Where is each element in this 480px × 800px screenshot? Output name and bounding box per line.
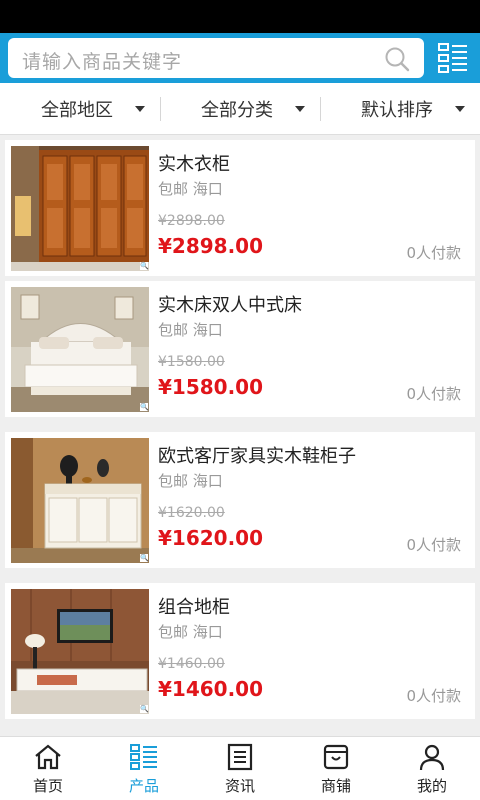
product-sold-count: 0人付款 bbox=[406, 244, 461, 262]
product-image-bed: 🔍 bbox=[11, 287, 149, 412]
product-original-price: ¥2898.00 bbox=[158, 213, 225, 229]
product-card[interactable]: 🔍 实木衣柜 包邮 海口 ¥2898.00 ¥2898.00 0人付款 bbox=[5, 140, 475, 276]
product-image-tv-cabinet: 🔍 bbox=[11, 589, 149, 714]
news-icon bbox=[227, 743, 253, 771]
product-image-shoe-cabinet: 🔍 bbox=[11, 438, 149, 563]
filter-sort-dropdown[interactable]: 默认排序 bbox=[361, 83, 465, 135]
chevron-down-icon bbox=[455, 106, 465, 112]
filter-region-label: 全部地区 bbox=[41, 100, 113, 121]
product-title: 组合地柜 bbox=[158, 597, 230, 618]
tab-news-label: 资讯 bbox=[224, 777, 255, 795]
filter-bar: 全部地区 全部分类 默认排序 bbox=[0, 83, 480, 135]
tab-mine-label: 我的 bbox=[416, 777, 447, 795]
tab-home[interactable]: 首页 bbox=[0, 737, 96, 800]
product-price: ¥1460.00 bbox=[158, 677, 264, 701]
zoom-icon: 🔍 bbox=[140, 705, 149, 713]
product-meta: 包邮 海口 bbox=[158, 180, 223, 198]
product-image-wardrobe: 🔍 bbox=[11, 146, 149, 271]
shop-icon bbox=[323, 744, 349, 770]
product-sold-count: 0人付款 bbox=[406, 385, 461, 403]
search-input[interactable]: 请输入商品关键字 bbox=[8, 38, 424, 78]
status-bar bbox=[0, 0, 480, 33]
product-card[interactable]: 🔍 欧式客厅家具实木鞋柜子 包邮 海口 ¥1620.00 ¥1620.00 0人… bbox=[5, 432, 475, 568]
product-list-icon bbox=[130, 744, 157, 770]
product-meta: 包邮 海口 bbox=[158, 321, 223, 339]
product-meta: 包邮 海口 bbox=[158, 472, 223, 490]
tab-products[interactable]: 产品 bbox=[96, 737, 192, 800]
product-sold-count: 0人付款 bbox=[406, 536, 461, 554]
tab-mine[interactable]: 我的 bbox=[384, 737, 480, 800]
product-title: 欧式客厅家具实木鞋柜子 bbox=[158, 446, 356, 467]
product-meta: 包邮 海口 bbox=[158, 623, 223, 641]
chevron-down-icon bbox=[135, 106, 145, 112]
category-menu-icon[interactable] bbox=[438, 42, 468, 74]
product-price: ¥1580.00 bbox=[158, 375, 264, 399]
product-price: ¥2898.00 bbox=[158, 234, 264, 258]
header-bar: 请输入商品关键字 bbox=[0, 33, 480, 83]
chevron-down-icon bbox=[295, 106, 305, 112]
tab-products-label: 产品 bbox=[128, 777, 159, 795]
filter-divider bbox=[160, 97, 161, 121]
product-sold-count: 0人付款 bbox=[406, 687, 461, 705]
product-price: ¥1620.00 bbox=[158, 526, 264, 550]
zoom-icon: 🔍 bbox=[140, 262, 149, 270]
filter-divider bbox=[320, 97, 321, 121]
filter-category-dropdown[interactable]: 全部分类 bbox=[201, 83, 305, 135]
product-card[interactable]: 🔍 实木床双人中式床 包邮 海口 ¥1580.00 ¥1580.00 0人付款 bbox=[5, 281, 475, 417]
tab-news[interactable]: 资讯 bbox=[192, 737, 288, 800]
product-original-price: ¥1460.00 bbox=[158, 656, 225, 672]
product-card[interactable]: 🔍 组合地柜 包邮 海口 ¥1460.00 ¥1460.00 0人付款 bbox=[5, 583, 475, 719]
search-icon[interactable] bbox=[384, 46, 410, 72]
tab-shop-label: 商铺 bbox=[320, 777, 351, 795]
zoom-icon: 🔍 bbox=[140, 403, 149, 411]
filter-category-label: 全部分类 bbox=[201, 100, 273, 121]
product-original-price: ¥1620.00 bbox=[158, 505, 225, 521]
tab-shop[interactable]: 商铺 bbox=[288, 737, 384, 800]
product-original-price: ¥1580.00 bbox=[158, 354, 225, 370]
user-icon bbox=[419, 744, 445, 771]
filter-region-dropdown[interactable]: 全部地区 bbox=[41, 83, 145, 135]
zoom-icon: 🔍 bbox=[140, 554, 149, 562]
product-title: 实木床双人中式床 bbox=[158, 295, 302, 316]
filter-sort-label: 默认排序 bbox=[361, 100, 433, 121]
tab-home-label: 首页 bbox=[32, 777, 63, 795]
home-icon bbox=[35, 744, 61, 770]
search-placeholder: 请输入商品关键字 bbox=[22, 51, 183, 73]
bottom-tab-bar: 首页 产品 资讯 商铺 我的 bbox=[0, 736, 480, 800]
product-title: 实木衣柜 bbox=[158, 154, 230, 175]
